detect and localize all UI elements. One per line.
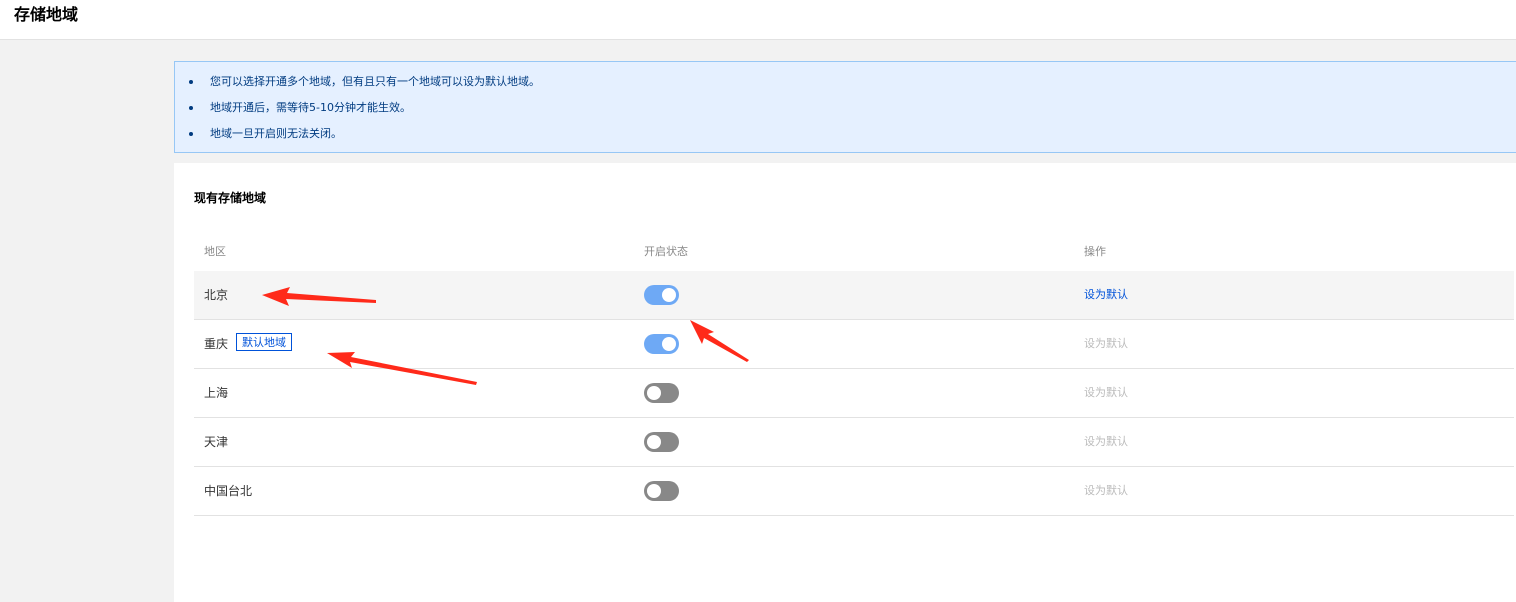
table-row: 重庆 默认地域 设为默认 bbox=[194, 320, 1514, 369]
top-bar: 存储地域 bbox=[0, 0, 1516, 40]
column-header-action: 操作 bbox=[1084, 245, 1106, 258]
page-title: 存储地域 bbox=[14, 5, 79, 24]
table-row: 北京 设为默认 bbox=[194, 271, 1514, 320]
toggle-knob bbox=[647, 386, 661, 400]
region-name: 北京 bbox=[204, 288, 229, 302]
region-panel: 现有存储地域 地区 开启状态 操作 北京 设为默认 重庆 默认地域 设为默认 上… bbox=[174, 163, 1516, 602]
notice-text: 地域开通后，需等待5-10分钟才能生效。 bbox=[210, 101, 411, 114]
bullet-icon bbox=[189, 106, 193, 110]
bullet-icon bbox=[189, 80, 193, 84]
toggle-knob bbox=[647, 435, 661, 449]
set-default-link: 设为默认 bbox=[1084, 386, 1128, 399]
table-header: 地区 开启状态 操作 bbox=[194, 233, 1514, 272]
default-region-badge: 默认地域 bbox=[236, 333, 292, 351]
region-name: 中国台北 bbox=[204, 484, 253, 498]
table-row: 天津 设为默认 bbox=[194, 418, 1514, 467]
set-default-link: 设为默认 bbox=[1084, 435, 1128, 448]
notice-text: 地域一旦开启则无法关闭。 bbox=[210, 127, 342, 140]
table-row: 中国台北 设为默认 bbox=[194, 467, 1514, 516]
enable-toggle[interactable] bbox=[644, 383, 679, 403]
toggle-knob bbox=[662, 288, 676, 302]
region-name: 重庆 bbox=[204, 337, 229, 351]
set-default-link: 设为默认 bbox=[1084, 484, 1128, 497]
region-name: 天津 bbox=[204, 435, 229, 449]
enable-toggle[interactable] bbox=[644, 432, 679, 452]
enable-toggle[interactable] bbox=[644, 285, 679, 305]
enable-toggle[interactable] bbox=[644, 334, 679, 354]
region-name: 上海 bbox=[204, 386, 229, 400]
section-title: 现有存储地域 bbox=[194, 191, 267, 205]
toggle-knob bbox=[662, 337, 676, 351]
table-row: 上海 设为默认 bbox=[194, 369, 1514, 418]
set-default-link[interactable]: 设为默认 bbox=[1084, 288, 1128, 302]
toggle-knob bbox=[647, 484, 661, 498]
enable-toggle[interactable] bbox=[644, 481, 679, 501]
column-header-region: 地区 bbox=[204, 245, 226, 258]
notice-text: 您可以选择开通多个地域，但有且只有一个地域可以设为默认地域。 bbox=[210, 75, 540, 88]
column-header-status: 开启状态 bbox=[644, 245, 688, 258]
set-default-link: 设为默认 bbox=[1084, 337, 1128, 350]
notice-box: 您可以选择开通多个地域，但有且只有一个地域可以设为默认地域。 地域开通后，需等待… bbox=[174, 61, 1516, 153]
bullet-icon bbox=[189, 132, 193, 136]
